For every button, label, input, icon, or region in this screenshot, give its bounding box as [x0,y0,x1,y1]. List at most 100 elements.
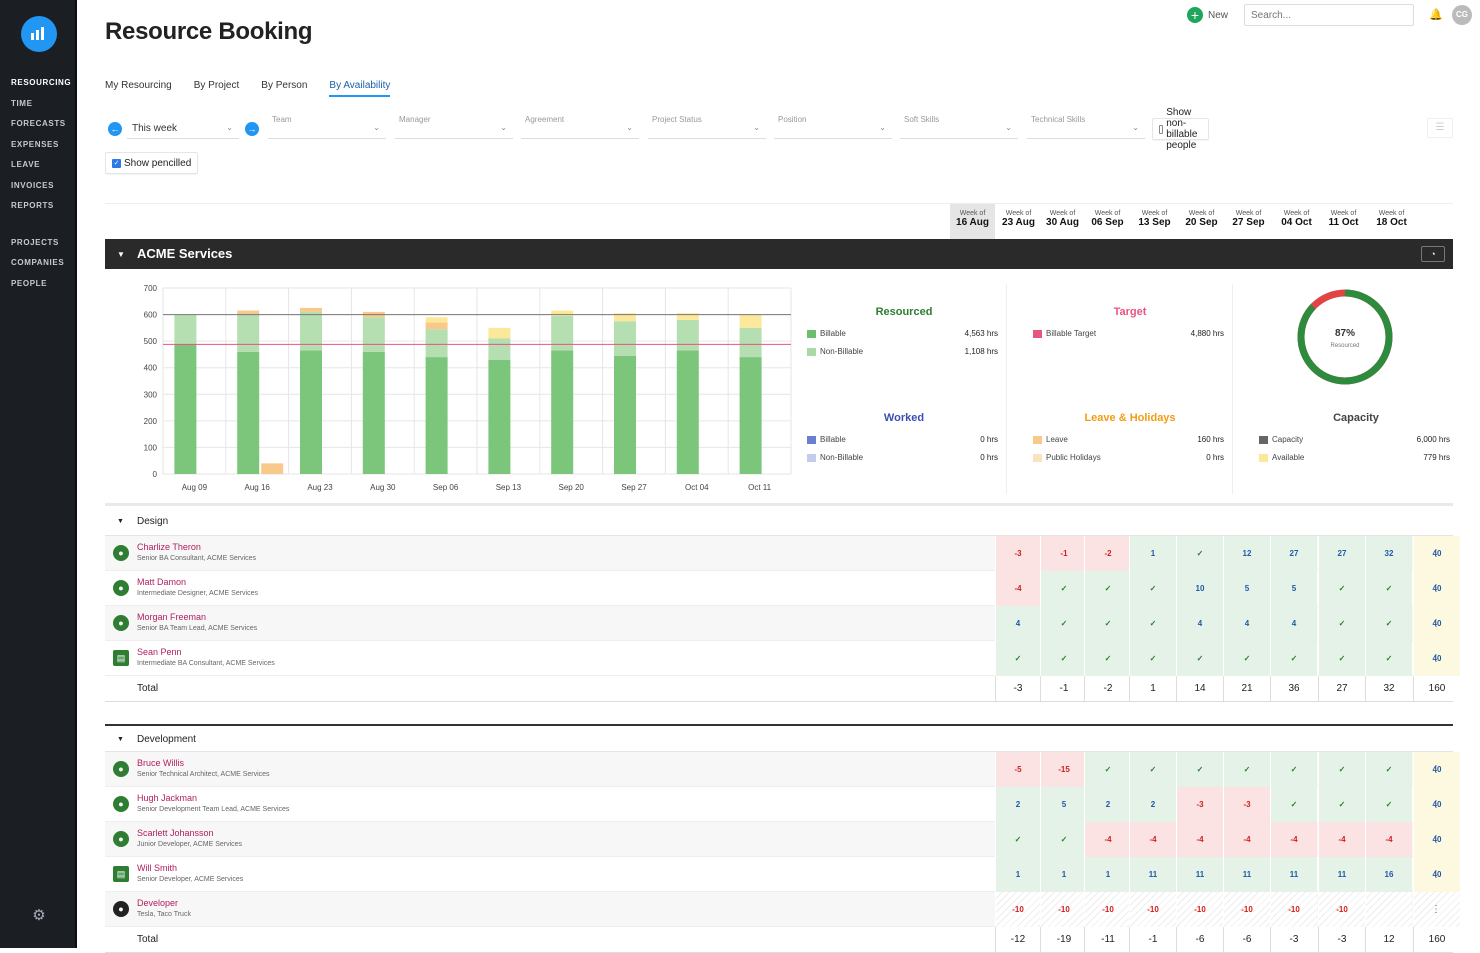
next-arrow-icon[interactable]: → [245,122,259,136]
person-name[interactable]: Bruce Willis [137,758,184,768]
person-row[interactable]: ● Matt Damon Intermediate Designer, ACME S… [105,571,1460,606]
nav-item-reports[interactable]: REPORTS [11,201,54,210]
availability-cell[interactable]: 11 [1223,857,1270,892]
availability-cell[interactable]: 5 [1040,787,1087,822]
availability-cell[interactable]: 27 [1318,536,1365,571]
availability-cell[interactable]: 1 [1084,857,1131,892]
availability-cell[interactable]: -4 [1270,822,1317,857]
availability-cell[interactable]: ✓ [1318,752,1365,787]
tab-by-project[interactable]: By Project [194,80,240,97]
availability-cell[interactable]: -10 [1129,892,1176,927]
availability-cell[interactable]: 2 [1084,787,1131,822]
availability-cell[interactable]: -2 [1084,536,1131,571]
availability-cell[interactable]: ✓ [1270,641,1317,676]
availability-cell[interactable]: -10 [1176,892,1223,927]
availability-cell[interactable]: -3 [1223,787,1270,822]
availability-cell[interactable]: 5 [1223,571,1270,606]
nav-item-time[interactable]: TIME [11,99,33,108]
week-column-header[interactable]: Week of 16 Aug [950,204,995,240]
row-menu-icon[interactable]: ⋮ [1431,571,1441,606]
availability-cell[interactable]: ✓ [1365,787,1412,822]
show-nonbillable-checkbox[interactable]: Show non-billable people [1152,107,1210,151]
person-row[interactable]: ● Scarlett Johansson Junior Developer, ACM… [105,822,1460,857]
availability-cell[interactable]: ✓ [1084,641,1131,676]
availability-cell[interactable]: -10 [1084,892,1131,927]
nav-item-resourcing[interactable]: RESOURCING [11,78,71,87]
nav-item-expenses[interactable]: EXPENSES [11,140,59,149]
availability-cell[interactable]: ✓ [1129,641,1176,676]
availability-cell[interactable]: -15 [1040,752,1087,787]
group-header-design[interactable]: ▼ Design [105,508,1453,536]
week-column-header[interactable]: Week of 18 Oct [1368,204,1415,240]
week-column-header[interactable]: Week of 23 Aug [995,204,1042,240]
availability-cell[interactable]: ✓ [1129,606,1176,641]
show-pencilled-checkbox[interactable]: ✓ Show pencilled [105,152,199,174]
person-name[interactable]: Sean Penn [137,647,182,657]
week-column-header[interactable]: Week of 04 Oct [1273,204,1320,240]
nav-item-companies[interactable]: COMPANIES [11,258,64,267]
availability-cell[interactable]: ✓ [1270,787,1317,822]
availability-cell[interactable]: 10 [1176,571,1223,606]
availability-cell[interactable]: 12 [1223,536,1270,571]
availability-cell[interactable]: -4 [1365,822,1412,857]
search-input[interactable] [1244,4,1414,26]
availability-cell[interactable]: ✓ [1129,752,1176,787]
availability-cell[interactable]: -4 [1084,822,1131,857]
availability-cell[interactable]: ✓ [1176,536,1223,571]
row-menu-icon[interactable]: ⋮ [1431,892,1441,927]
person-row[interactable]: ● Bruce Willis Senior Technical Architect,… [105,752,1460,787]
availability-cell[interactable]: -10 [1040,892,1087,927]
availability-cell[interactable]: 32 [1365,536,1412,571]
person-row[interactable]: ▤ Sean Penn Intermediate BA Consultant, AC… [105,641,1460,676]
person-name[interactable]: Charlize Theron [137,542,201,552]
availability-cell[interactable]: 4 [1270,606,1317,641]
availability-cell[interactable]: ✓ [1040,822,1087,857]
availability-cell[interactable]: ✓ [1270,752,1317,787]
row-menu-icon[interactable]: ⋮ [1431,857,1441,892]
availability-cell[interactable]: 2 [1129,787,1176,822]
availability-cell[interactable]: ✓ [1365,641,1412,676]
person-name[interactable]: Matt Damon [137,577,186,587]
person-name[interactable]: Morgan Freeman [137,612,206,622]
availability-cell[interactable]: -10 [1223,892,1270,927]
availability-cell[interactable]: ✓ [1129,571,1176,606]
availability-cell[interactable]: -3 [1176,787,1223,822]
filter-manager[interactable]: Manager ⌄ [395,115,513,139]
availability-cell[interactable]: 1 [1129,536,1176,571]
nav-item-forecasts[interactable]: FORECASTS [11,119,66,128]
availability-cell[interactable] [1365,892,1412,927]
availability-cell[interactable]: 5 [1270,571,1317,606]
prev-arrow-icon[interactable]: ← [108,122,122,136]
availability-cell[interactable]: 4 [995,606,1040,641]
person-name[interactable]: Developer [137,898,178,908]
availability-cell[interactable]: ✓ [1318,606,1365,641]
availability-cell[interactable]: 11 [1270,857,1317,892]
availability-cell[interactable]: ✓ [1040,606,1087,641]
availability-cell[interactable]: ✓ [1318,571,1365,606]
period-select[interactable]: This week ⌄ [127,117,239,139]
availability-cell[interactable]: 4 [1176,606,1223,641]
availability-cell[interactable]: -4 [1318,822,1365,857]
availability-cell[interactable]: 4 [1223,606,1270,641]
availability-cell[interactable]: 11 [1176,857,1223,892]
app-logo[interactable] [21,16,57,52]
row-menu-icon[interactable]: ⋮ [1431,606,1441,641]
availability-cell[interactable]: ✓ [1365,571,1412,606]
availability-cell[interactable]: 16 [1365,857,1412,892]
group-header-development[interactable]: ▼ Development [105,724,1453,752]
row-menu-icon[interactable]: ⋮ [1431,752,1441,787]
filter-project-status[interactable]: Project Status ⌄ [648,115,766,139]
collapse-triangle-icon[interactable]: ▼ [117,250,125,259]
availability-cell[interactable]: ✓ [995,822,1040,857]
availability-cell[interactable]: ✓ [1365,752,1412,787]
week-column-header[interactable]: Week of 20 Sep [1178,204,1225,240]
availability-cell[interactable]: -10 [1270,892,1317,927]
nav-item-invoices[interactable]: INVOICES [11,181,54,190]
availability-cell[interactable]: ✓ [1365,606,1412,641]
availability-cell[interactable]: ✓ [1084,752,1131,787]
person-row[interactable]: ● Developer Tesla, Taco Truck -10 -10 -10 -10-… [105,892,1460,927]
availability-cell[interactable]: ✓ [1318,641,1365,676]
week-column-header[interactable]: Week of 30 Aug [1039,204,1086,240]
availability-cell[interactable]: ✓ [1176,752,1223,787]
availability-cell[interactable]: ✓ [1318,787,1365,822]
